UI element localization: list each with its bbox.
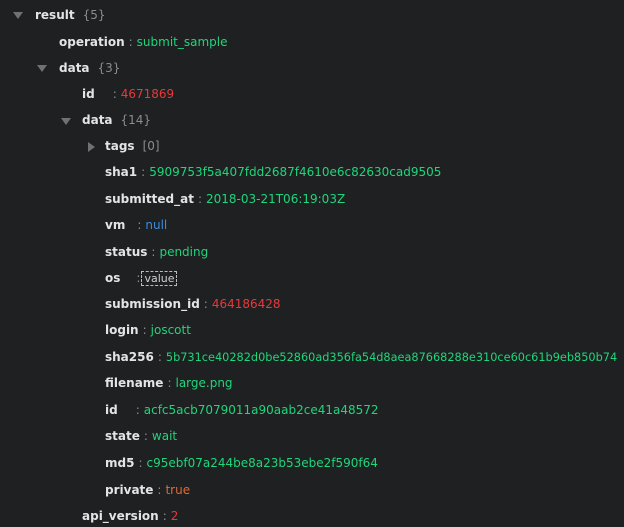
value: 4671869 — [120, 87, 175, 101]
tree-row-vm: vm: null — [105, 216, 167, 234]
tree-node-result[interactable]: result {5} — [35, 6, 106, 24]
key-label: data — [59, 61, 90, 75]
child-count: {5} — [82, 8, 106, 22]
separator: : — [137, 218, 142, 232]
value: 5b731ce40282d0be52860ad356fa54d8aea87668… — [165, 351, 618, 364]
key-label: os — [105, 271, 121, 285]
separator: : — [141, 165, 146, 179]
key-label: md5 — [105, 456, 135, 470]
tree-row-api-version: api_version:2 — [82, 507, 178, 525]
separator: : — [157, 350, 162, 364]
separator: : — [151, 245, 156, 259]
editable-value-field[interactable]: value — [141, 271, 178, 286]
value: pending — [159, 245, 209, 259]
child-count: {14} — [120, 113, 152, 127]
key-label: status — [105, 245, 148, 259]
separator: : — [203, 297, 208, 311]
tree-row-submitted-at: submitted_at:2018-03-21T06:19:03Z — [105, 190, 345, 208]
key-label: id — [105, 403, 118, 417]
collapse-arrow-icon[interactable] — [13, 12, 23, 19]
key-label: private — [105, 483, 154, 497]
tree-row-state: state: wait — [105, 427, 177, 445]
key-label: id — [82, 87, 95, 101]
separator: : — [135, 403, 140, 417]
value: true — [165, 483, 191, 497]
separator: : — [112, 87, 117, 101]
value: acfc5acb7079011a90aab2ce41a48572 — [143, 403, 379, 417]
key-label: operation — [59, 35, 125, 49]
tree-row-operation: operation: submit_sample — [59, 33, 228, 51]
separator: : — [138, 456, 143, 470]
tree-node-data[interactable]: data {3} — [59, 59, 120, 77]
separator: : — [157, 483, 162, 497]
value: 2018-03-21T06:19:03Z — [205, 192, 346, 206]
value: 2 — [170, 509, 179, 523]
key-label: tags — [105, 139, 135, 153]
separator: : — [128, 35, 133, 49]
value: c95ebf07a244be8a23b53ebe2f590f64 — [146, 456, 378, 470]
tree-row-login: login: joscott — [105, 321, 191, 339]
separator: : — [142, 323, 147, 337]
key-label: login — [105, 323, 139, 337]
tree-row-filename: filename: large.png — [105, 374, 233, 392]
collapse-arrow-icon[interactable] — [37, 65, 47, 72]
tree-row-submission-id: submission_id:464186428 — [105, 295, 281, 313]
tree-row-sha256: sha256:5b731ce40282d0be52860ad356fa54d8a… — [105, 348, 617, 366]
collapse-arrow-icon[interactable] — [61, 118, 71, 125]
value: submit_sample — [136, 35, 228, 49]
tree-row-id-inner: id: acfc5acb7079011a90aab2ce41a48572 — [105, 401, 379, 419]
key-label: filename — [105, 376, 164, 390]
value: 464186428 — [211, 297, 281, 311]
tree-node-tags[interactable]: tags [0] — [105, 137, 160, 155]
key-label: submission_id — [105, 297, 200, 311]
value: null — [145, 218, 168, 232]
tree-row-md5: md5: c95ebf07a244be8a23b53ebe2f590f64 — [105, 454, 378, 472]
child-count: {3} — [97, 61, 121, 75]
value: joscott — [150, 323, 191, 337]
child-count: [0] — [142, 139, 160, 153]
key-label: vm — [105, 218, 126, 232]
key-label: api_version — [82, 509, 159, 523]
separator: : — [167, 376, 172, 390]
tree-row-private: private: true — [105, 481, 190, 499]
key-label: result — [35, 8, 75, 22]
tree-row-sha1: sha1:5909753f5a407fdd2687f4610e6c82630ca… — [105, 163, 441, 181]
separator: : — [197, 192, 202, 206]
tree-row-status: status: pending — [105, 243, 208, 261]
value: large.png — [175, 376, 233, 390]
key-label: data — [82, 113, 113, 127]
value: 5909753f5a407fdd2687f4610e6c82630cad9505 — [149, 165, 442, 179]
separator: : — [162, 509, 167, 523]
separator: : — [136, 271, 141, 285]
tree-row-os: os: value — [105, 269, 178, 287]
key-label: sha1 — [105, 165, 138, 179]
value: wait — [151, 429, 178, 443]
key-label: state — [105, 429, 140, 443]
separator: : — [143, 429, 148, 443]
key-label: sha256 — [105, 350, 154, 364]
expand-arrow-icon[interactable] — [88, 142, 95, 152]
tree-row-id: id:4671869 — [82, 85, 174, 103]
key-label: submitted_at — [105, 192, 194, 206]
tree-node-data-inner[interactable]: data {14} — [82, 111, 151, 129]
